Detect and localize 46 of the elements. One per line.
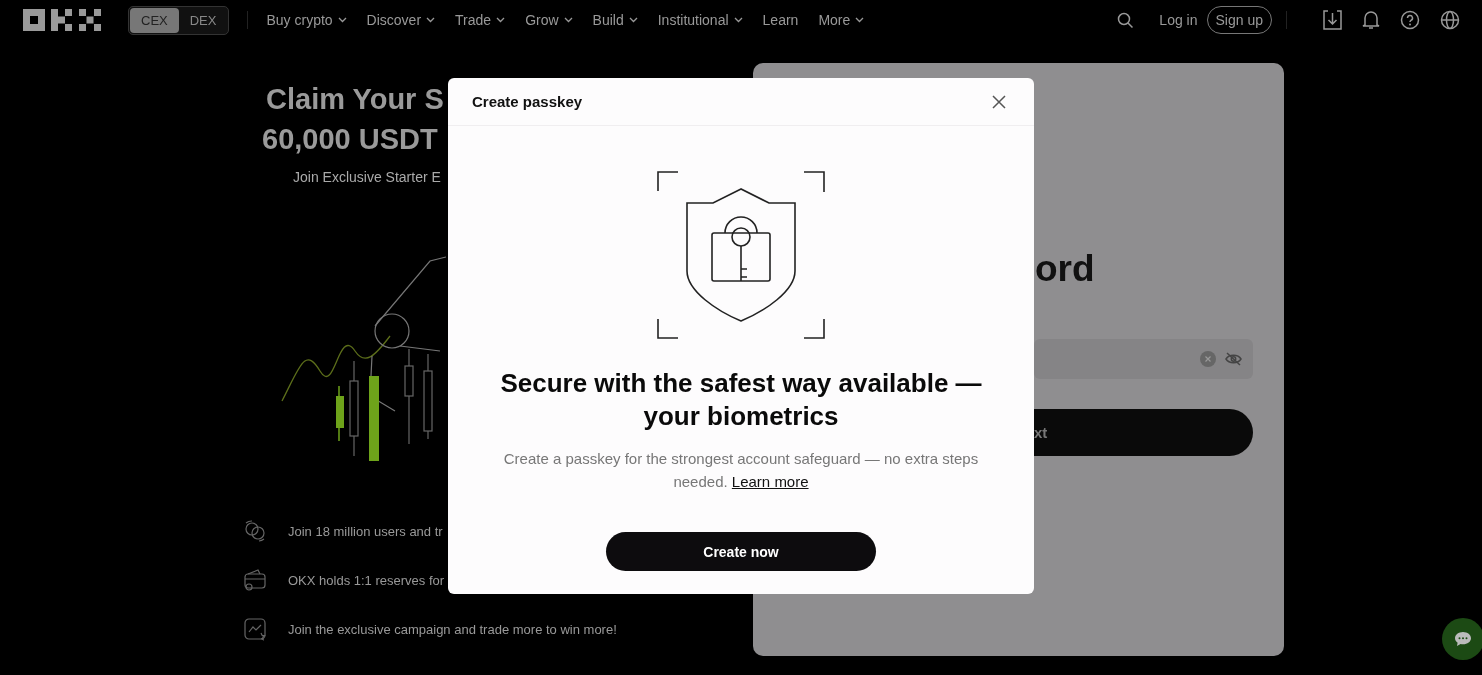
chat-button[interactable] [1442,618,1482,660]
dialog-description: Create a passkey for the strongest account safeguard — no extra steps needed. Learn more [502,449,980,492]
create-now-button[interactable]: Create now [606,532,876,571]
exchange-tab[interactable]: DEX [178,7,228,33]
feature-text: OKX holds 1:1 reserves for [288,572,445,588]
nav-menu-item[interactable]: Grow [525,12,573,28]
search-icon[interactable] [1117,11,1135,29]
caret-icon [426,17,436,23]
nav-menu-item[interactable]: Build [592,12,638,28]
learn-more-link[interactable]: Learn more [731,473,809,490]
nav-menu-item[interactable]: Learn [762,12,799,28]
hero-subtitle: Join Exclusive Starter E [292,169,441,185]
hero-title: 60,000 USDT [261,122,438,157]
close-icon[interactable] [992,94,1006,109]
next-button[interactable]: xt [1034,409,1253,456]
nav-menu-item[interactable]: Institutional [657,12,743,28]
feature-text: Join 18 million users and tr [288,523,443,539]
hero-title: Claim Your S [265,82,444,117]
candlestick [336,385,344,442]
caret-icon [855,17,865,23]
caret-icon [337,17,347,23]
caret-icon [563,17,573,23]
download-icon[interactable] [1323,10,1342,30]
nav-menu-item[interactable]: Discover [366,12,436,28]
login-heading: ord [1035,249,1095,289]
bell-icon[interactable] [1362,10,1380,30]
dialog-title: Create passkey [472,93,583,110]
logo-icon[interactable] [23,9,101,31]
globe-icon[interactable] [1440,10,1460,30]
eye-off-icon[interactable] [1225,352,1242,366]
dialog-headline: Secure with the safest way available — your biometrics [499,367,983,433]
help-icon[interactable] [1400,10,1420,30]
chart-icon [243,617,267,641]
login-link[interactable]: Log in [1159,12,1198,28]
caret-icon [733,17,743,23]
chat-icon [1454,631,1472,647]
wallet-icon [243,568,267,592]
coins-icon [243,519,267,543]
password-field[interactable] [1034,339,1253,379]
nav-menu-item[interactable]: Buy crypto [266,12,347,28]
nav-menu-item[interactable]: Trade [455,12,506,28]
exchange-tab[interactable]: CEX [130,7,179,33]
caret-icon [496,17,506,23]
nav-menu-item[interactable]: More [818,12,865,28]
caret-icon [628,17,638,23]
feature-text: Join the exclusive campaign and trade more to win more! [288,621,617,637]
